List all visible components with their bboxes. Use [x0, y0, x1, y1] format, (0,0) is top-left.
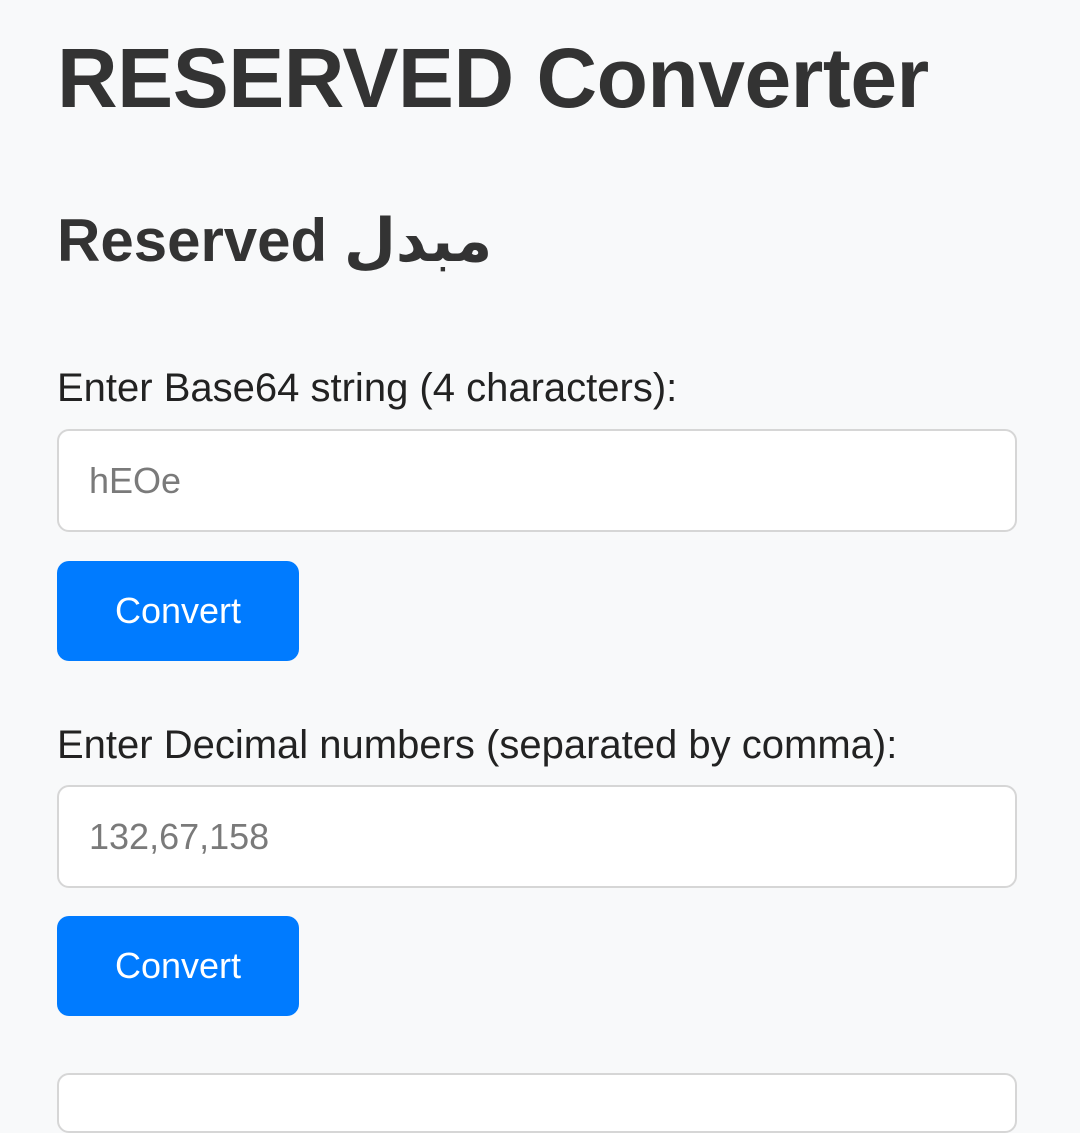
decimal-convert-button[interactable]: Convert	[57, 916, 299, 1016]
result-output-box	[57, 1073, 1017, 1133]
base64-input[interactable]	[57, 429, 1017, 532]
decimal-input-label: Enter Decimal numbers (separated by comm…	[57, 723, 898, 767]
converter-page: RESERVED Converter Reserved مبدل Enter B…	[57, 0, 1017, 1133]
base64-input-label: Enter Base64 string (4 characters):	[57, 366, 678, 410]
section-title: Reserved مبدل	[57, 207, 493, 274]
base64-convert-button[interactable]: Convert	[57, 561, 299, 661]
decimal-input[interactable]	[57, 785, 1017, 888]
page-title: RESERVED Converter	[57, 31, 929, 125]
